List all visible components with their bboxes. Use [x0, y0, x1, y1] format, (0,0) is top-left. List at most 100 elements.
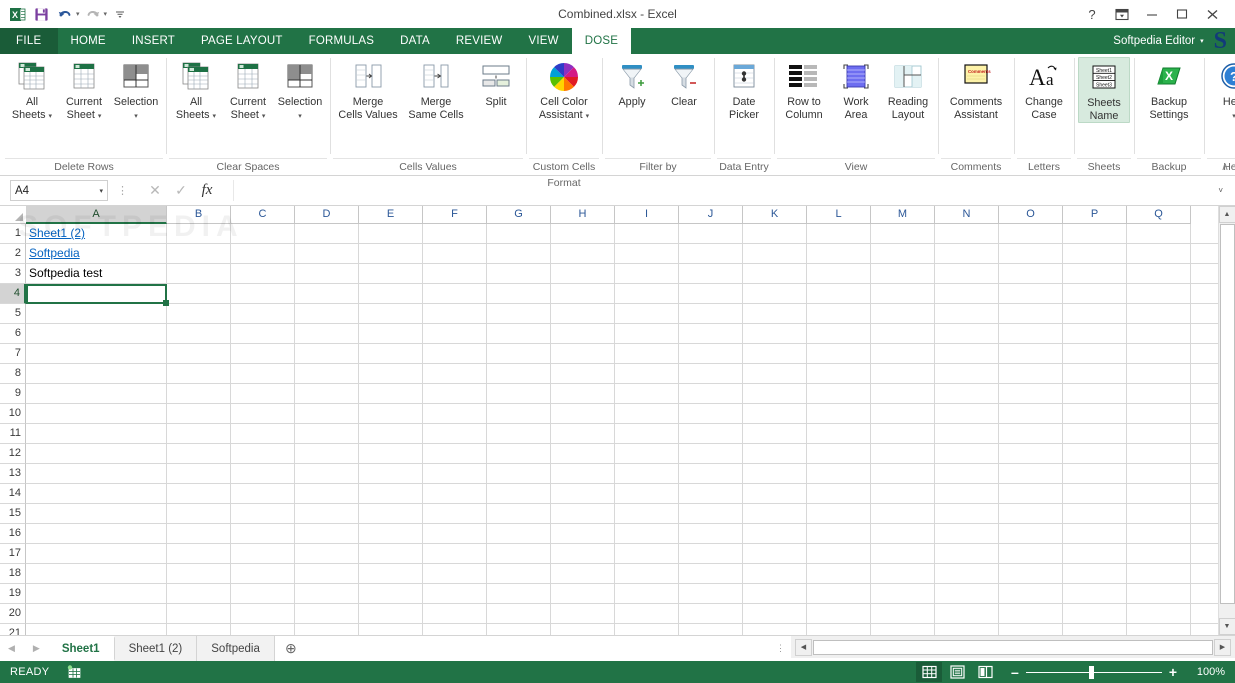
row-header-8[interactable]: 8 [0, 364, 26, 384]
cell-H8[interactable] [551, 364, 615, 383]
cell-Q8[interactable] [1127, 364, 1191, 383]
cell-O8[interactable] [999, 364, 1063, 383]
row-header-14[interactable]: 14 [0, 484, 26, 504]
cell-M21[interactable] [871, 624, 935, 635]
tab-review[interactable]: REVIEW [443, 28, 516, 54]
cell-M8[interactable] [871, 364, 935, 383]
cell-A7[interactable] [26, 344, 167, 363]
delete-rows-all-sheets-button[interactable]: All Sheets ▾ [6, 57, 58, 123]
cell-G15[interactable] [487, 504, 551, 523]
cell-B3[interactable] [167, 264, 231, 283]
tab-formulas[interactable]: FORMULAS [296, 28, 388, 54]
cell-B9[interactable] [167, 384, 231, 403]
cell-P10[interactable] [1063, 404, 1127, 423]
cell-F17[interactable] [423, 544, 487, 563]
cell-F20[interactable] [423, 604, 487, 623]
cell-J19[interactable] [679, 584, 743, 603]
cell-F21[interactable] [423, 624, 487, 635]
cell-H14[interactable] [551, 484, 615, 503]
change-case-button[interactable]: Aa Change Case [1018, 57, 1070, 121]
cell-L5[interactable] [807, 304, 871, 323]
row-header-11[interactable]: 11 [0, 424, 26, 444]
row-header-20[interactable]: 20 [0, 604, 26, 624]
cell-L14[interactable] [807, 484, 871, 503]
cell-A18[interactable] [26, 564, 167, 583]
cell-F1[interactable] [423, 224, 487, 243]
cell-P17[interactable] [1063, 544, 1127, 563]
cell-D9[interactable] [295, 384, 359, 403]
cell-N14[interactable] [935, 484, 999, 503]
backup-settings-button[interactable]: X Backup Settings [1138, 57, 1200, 121]
cell-H21[interactable] [551, 624, 615, 635]
cell-E9[interactable] [359, 384, 423, 403]
cell-J11[interactable] [679, 424, 743, 443]
page-break-preview-icon[interactable] [972, 662, 998, 682]
dropdown-icon[interactable]: ▾ [98, 113, 102, 120]
cell-A4[interactable] [26, 284, 167, 303]
cell-J14[interactable] [679, 484, 743, 503]
redo-dropdown-icon[interactable]: ▾ [104, 10, 108, 18]
cell-D8[interactable] [295, 364, 359, 383]
column-header-o[interactable]: O [999, 206, 1063, 224]
cell-F11[interactable] [423, 424, 487, 443]
cell-K7[interactable] [743, 344, 807, 363]
cell-I13[interactable] [615, 464, 679, 483]
cell-J7[interactable] [679, 344, 743, 363]
row-header-7[interactable]: 7 [0, 344, 26, 364]
cell-I6[interactable] [615, 324, 679, 343]
cell-O3[interactable] [999, 264, 1063, 283]
cell-D16[interactable] [295, 524, 359, 543]
cell-D18[interactable] [295, 564, 359, 583]
cell-N13[interactable] [935, 464, 999, 483]
cell-Q18[interactable] [1127, 564, 1191, 583]
insert-function-icon[interactable]: fx [199, 182, 215, 199]
cell-K2[interactable] [743, 244, 807, 263]
cell-N1[interactable] [935, 224, 999, 243]
cell-Q2[interactable] [1127, 244, 1191, 263]
cell-F10[interactable] [423, 404, 487, 423]
cell-G4[interactable] [487, 284, 551, 303]
dropdown-icon[interactable]: ▾ [134, 113, 138, 120]
column-header-k[interactable]: K [743, 206, 807, 224]
cell-N3[interactable] [935, 264, 999, 283]
cell-L15[interactable] [807, 504, 871, 523]
cell-P19[interactable] [1063, 584, 1127, 603]
cell-E14[interactable] [359, 484, 423, 503]
cell-N18[interactable] [935, 564, 999, 583]
cell-N12[interactable] [935, 444, 999, 463]
cell-G11[interactable] [487, 424, 551, 443]
user-dropdown-icon[interactable]: ▾ [1200, 37, 1204, 45]
cell-E10[interactable] [359, 404, 423, 423]
cell-P15[interactable] [1063, 504, 1127, 523]
cell-B18[interactable] [167, 564, 231, 583]
expand-formula-bar-icon[interactable]: ˅ [1210, 186, 1231, 195]
cell-J13[interactable] [679, 464, 743, 483]
cell-J15[interactable] [679, 504, 743, 523]
cell-H5[interactable] [551, 304, 615, 323]
cell-O7[interactable] [999, 344, 1063, 363]
cell-J20[interactable] [679, 604, 743, 623]
cell-P20[interactable] [1063, 604, 1127, 623]
filter-clear-button[interactable]: Clear [658, 57, 710, 109]
cell-P21[interactable] [1063, 624, 1127, 635]
cell-D19[interactable] [295, 584, 359, 603]
scroll-right-button[interactable]: ▶ [1214, 638, 1231, 656]
cell-F16[interactable] [423, 524, 487, 543]
cell-K20[interactable] [743, 604, 807, 623]
cell-K17[interactable] [743, 544, 807, 563]
cell-A6[interactable] [26, 324, 167, 343]
row-header-21[interactable]: 21 [0, 624, 26, 635]
cell-Q16[interactable] [1127, 524, 1191, 543]
tab-dose[interactable]: DOSE [571, 28, 632, 54]
cell-D10[interactable] [295, 404, 359, 423]
cell-N15[interactable] [935, 504, 999, 523]
cell-B6[interactable] [167, 324, 231, 343]
cell-A20[interactable] [26, 604, 167, 623]
ribbon-display-options-icon[interactable] [1107, 1, 1137, 27]
cell-F13[interactable] [423, 464, 487, 483]
cell-L13[interactable] [807, 464, 871, 483]
tab-home[interactable]: HOME [58, 28, 119, 54]
cell-N2[interactable] [935, 244, 999, 263]
cell-D12[interactable] [295, 444, 359, 463]
cell-I10[interactable] [615, 404, 679, 423]
